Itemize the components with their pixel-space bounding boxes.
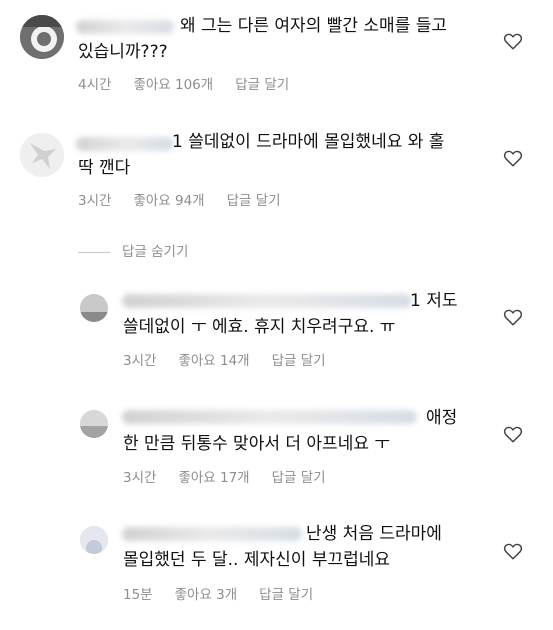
- reply-text-line2: 한 만큼 뒤통수 맞아서 더 아프네요 ㅜ: [123, 434, 391, 454]
- avatar[interactable]: [80, 294, 108, 322]
- avatar[interactable]: [80, 410, 108, 438]
- username-redacted[interactable]: [122, 294, 412, 308]
- reply-text-line1: 애정: [426, 408, 458, 428]
- likes-count[interactable]: 좋아요 106개: [133, 73, 213, 93]
- reply-text-line1: 1 저도: [410, 291, 458, 311]
- reply-time: 3시간: [123, 470, 157, 486]
- comment-text-line1: 1 쓸데없이 드라마에 몰입했네요 와 홀: [172, 132, 445, 152]
- likes-count[interactable]: 좋아요 14개: [178, 349, 249, 369]
- avatar[interactable]: [80, 526, 108, 554]
- username-redacted[interactable]: [122, 527, 302, 541]
- username-redacted[interactable]: [76, 20, 174, 34]
- avatar[interactable]: [20, 15, 64, 59]
- username-redacted[interactable]: [76, 137, 174, 151]
- reply-meta: 3시간 좋아요 14개 답글 달기: [123, 349, 348, 369]
- comment-meta: 4시간 좋아요 106개 답글 달기: [78, 73, 311, 93]
- reply-button[interactable]: 답글 달기: [272, 349, 326, 369]
- comment-time: 3시간: [78, 193, 112, 209]
- reply-meta: 15분 좋아요 3개 답글 달기: [123, 583, 335, 603]
- username-redacted[interactable]: [122, 410, 417, 424]
- reply-text-line2: 몰입했던 두 달.. 제자신이 부끄럽네요: [123, 550, 391, 570]
- hide-replies-label: 답글 숨기기: [122, 244, 189, 260]
- reply-button[interactable]: 답글 달기: [259, 583, 313, 603]
- reply-button[interactable]: 답글 달기: [227, 189, 281, 209]
- reply-meta: 3시간 좋아요 17개 답글 달기: [123, 466, 348, 486]
- likes-count[interactable]: 좋아요 94개: [133, 189, 204, 209]
- comment-text-line2: 딱 깬다: [78, 158, 131, 178]
- reply-text-line2: 쓸데없이 ㅜ 에효. 휴지 치우려구요. ㅠ: [123, 317, 396, 337]
- reply-text-line1: 난생 처음 드라마에: [306, 524, 442, 544]
- comment-time: 4시간: [78, 77, 112, 93]
- reply-time: 3시간: [123, 353, 157, 369]
- heart-outline-icon[interactable]: [503, 425, 523, 443]
- reply-time: 15분: [123, 587, 153, 603]
- heart-outline-icon[interactable]: [503, 308, 523, 326]
- comment-meta: 3시간 좋아요 94개 답글 달기: [78, 189, 303, 209]
- heart-outline-icon[interactable]: [503, 542, 523, 560]
- likes-count[interactable]: 좋아요 17개: [178, 466, 249, 486]
- comment-text-line2: 있습니까???: [78, 42, 168, 62]
- heart-outline-icon[interactable]: [503, 149, 523, 167]
- reply-button[interactable]: 답글 달기: [272, 466, 326, 486]
- comment-text-line1: 왜 그는 다른 여자의 빨간 소매를 들고: [180, 16, 448, 36]
- reply-button[interactable]: 답글 달기: [235, 73, 289, 93]
- heart-outline-icon[interactable]: [503, 32, 523, 50]
- likes-count[interactable]: 좋아요 3개: [175, 583, 238, 603]
- hide-replies-toggle[interactable]: 답글 숨기기: [78, 240, 188, 260]
- avatar[interactable]: [20, 133, 64, 177]
- divider-line: [78, 251, 110, 253]
